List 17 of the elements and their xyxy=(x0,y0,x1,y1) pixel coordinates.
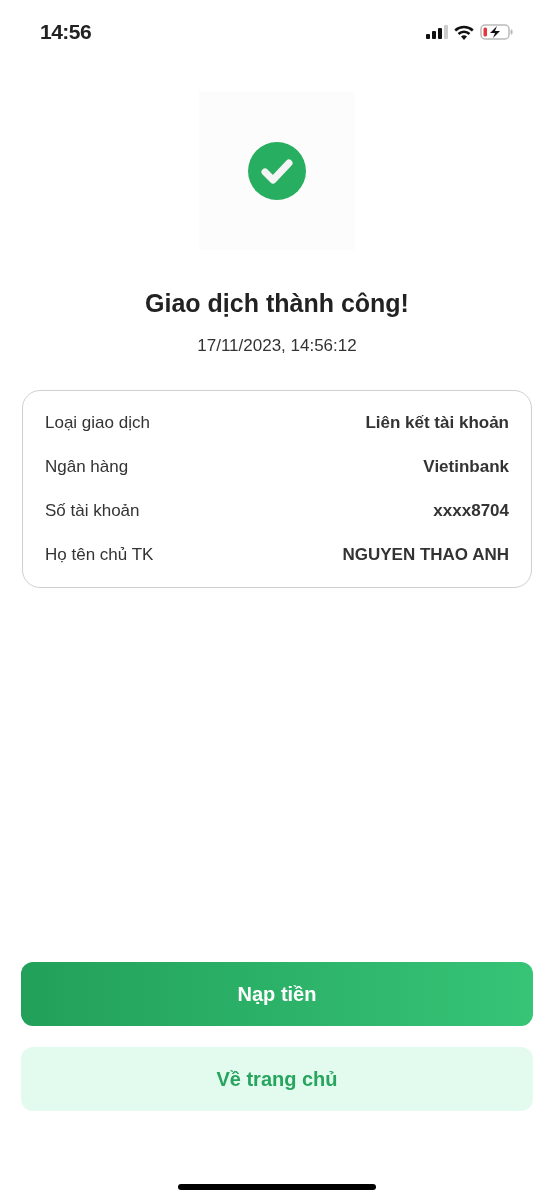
detail-label: Họ tên chủ TK xyxy=(45,544,154,567)
detail-label: Ngân hàng xyxy=(45,456,129,479)
success-title: Giao dịch thành công! xyxy=(144,288,410,319)
battery-charging-icon xyxy=(480,24,514,40)
detail-label: Loại giao dịch xyxy=(45,412,150,435)
detail-value: NGUYEN THAO ANH xyxy=(342,544,509,567)
wifi-icon xyxy=(454,24,474,40)
check-circle-icon xyxy=(248,142,306,200)
detail-value: Vietinbank xyxy=(423,456,509,479)
detail-value: Liên kết tài khoản xyxy=(365,412,509,435)
top-up-button[interactable]: Nạp tiền xyxy=(21,962,533,1026)
home-button[interactable]: Về trang chủ xyxy=(21,1047,533,1111)
detail-value: xxxx8704 xyxy=(433,500,509,523)
detail-label: Số tài khoản xyxy=(45,500,140,523)
signal-icon xyxy=(426,25,448,39)
status-time: 14:56 xyxy=(40,19,92,46)
transaction-timestamp: 17/11/2023, 14:56:12 xyxy=(196,334,358,357)
